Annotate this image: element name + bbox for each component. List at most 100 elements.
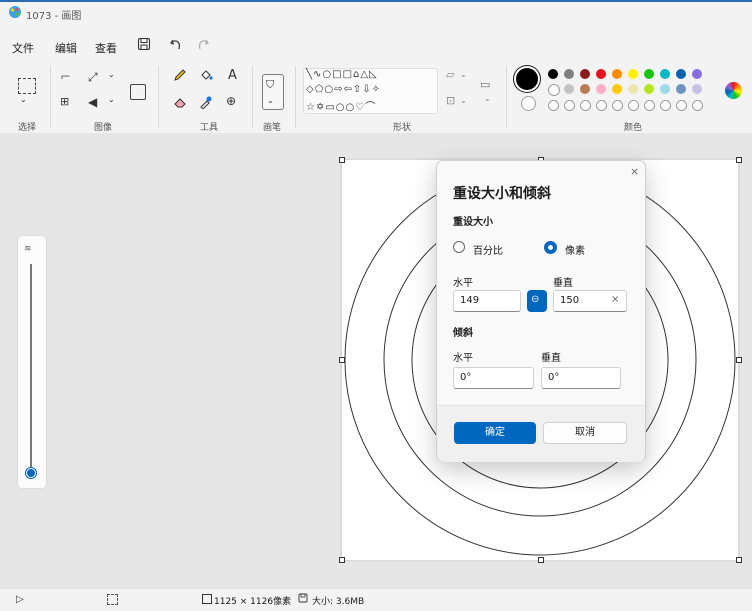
edit-colors-icon[interactable] bbox=[725, 82, 742, 99]
resize-chevron-icon[interactable]: ⌄ bbox=[108, 70, 115, 79]
brush-chevron-icon[interactable]: ⌄ bbox=[267, 96, 274, 105]
shape-fill-chevron-icon[interactable]: ⌄ bbox=[460, 96, 467, 105]
text-tool-icon[interactable]: A bbox=[228, 68, 237, 83]
fill-icon[interactable] bbox=[199, 68, 213, 82]
image-select-icon[interactable] bbox=[130, 84, 146, 100]
percent-radio[interactable] bbox=[453, 241, 465, 253]
custom-color-slot[interactable] bbox=[676, 100, 687, 111]
resize-skew-dialog: × 重设大小和倾斜 重设大小 百分比 像素 水平 垂直 149 ⊝ 150 × … bbox=[436, 160, 646, 462]
custom-color-slot[interactable] bbox=[564, 100, 575, 111]
pixels-radio[interactable] bbox=[544, 241, 557, 254]
color-swatch[interactable] bbox=[692, 84, 702, 94]
select-rect-icon[interactable] bbox=[18, 78, 36, 94]
brush-icon: ⛉ bbox=[266, 78, 275, 91]
brush-size-thumb[interactable] bbox=[26, 468, 36, 478]
resize-icon[interactable]: ⤢ bbox=[88, 70, 98, 85]
canvas-dimensions: 1125 × 1126像素 bbox=[214, 597, 292, 607]
menu-edit[interactable]: 编辑 bbox=[55, 40, 77, 56]
color-swatch[interactable] bbox=[676, 84, 686, 94]
custom-color-slot[interactable] bbox=[596, 100, 607, 111]
clear-input-icon[interactable]: × bbox=[611, 294, 619, 305]
primary-color[interactable] bbox=[516, 68, 538, 90]
color-swatch[interactable] bbox=[628, 69, 638, 79]
custom-color-slot[interactable] bbox=[628, 100, 639, 111]
canvas-size-icon bbox=[202, 594, 212, 604]
aspect-ratio-lock-button[interactable]: ⊝ bbox=[527, 290, 547, 312]
tools-group-label: 工具 bbox=[200, 123, 219, 133]
ribbon-separator bbox=[252, 66, 253, 128]
skew-vertical-input[interactable]: 0° bbox=[541, 367, 621, 389]
eraser-icon[interactable] bbox=[173, 95, 187, 109]
custom-color-slot[interactable] bbox=[692, 100, 703, 111]
menu-file[interactable]: 文件 bbox=[12, 40, 34, 56]
resize-handle-bottom[interactable] bbox=[538, 557, 544, 563]
shapes-row-3-icon: ☆✡▭○○♡⌒ bbox=[306, 102, 377, 113]
selection-size-icon bbox=[107, 594, 118, 605]
shape-select-icon[interactable]: ▭ bbox=[480, 78, 490, 91]
cancel-button[interactable]: 取消 bbox=[543, 422, 627, 444]
color-swatch[interactable] bbox=[580, 84, 590, 94]
shape-outline-chevron-icon[interactable]: ⌄ bbox=[460, 70, 467, 79]
rotate-chevron-icon[interactable]: ⌄ bbox=[108, 95, 115, 104]
paint-app-icon bbox=[9, 6, 21, 18]
shape-select-chevron-icon[interactable]: ⌄ bbox=[484, 94, 491, 103]
color-swatch[interactable] bbox=[644, 84, 654, 94]
color-swatch[interactable] bbox=[596, 69, 606, 79]
save-icon[interactable] bbox=[137, 37, 151, 51]
file-size: 大小: 3.6MB bbox=[312, 597, 365, 607]
color-swatch[interactable] bbox=[596, 84, 606, 94]
custom-color-slot[interactable] bbox=[660, 100, 671, 111]
resize-heading: 重设大小 bbox=[453, 217, 493, 228]
shape-fill-icon[interactable]: ⊡ bbox=[446, 94, 455, 107]
window-title: 1073 - 画图 bbox=[26, 11, 82, 22]
color-swatch[interactable] bbox=[580, 69, 590, 79]
background-remove-icon[interactable]: ⊞ bbox=[60, 95, 69, 108]
shape-outline-icon[interactable]: ▱ bbox=[446, 68, 454, 81]
color-swatch[interactable] bbox=[548, 69, 558, 79]
image-group-label: 图像 bbox=[94, 123, 113, 133]
color-swatch[interactable] bbox=[564, 69, 574, 79]
color-swatch[interactable] bbox=[644, 69, 654, 79]
resize-handle-top-right[interactable] bbox=[736, 157, 742, 163]
color-swatch[interactable] bbox=[692, 69, 702, 79]
color-swatch[interactable] bbox=[564, 84, 574, 94]
menu-view[interactable]: 查看 bbox=[95, 40, 117, 56]
custom-color-slot[interactable] bbox=[580, 100, 591, 111]
color-swatch[interactable] bbox=[548, 84, 560, 96]
resize-handle-right[interactable] bbox=[736, 357, 742, 363]
ok-button[interactable]: 确定 bbox=[454, 422, 536, 444]
brush-size-panel bbox=[17, 235, 47, 489]
colors-group-label: 颜色 bbox=[624, 123, 643, 133]
color-swatch[interactable] bbox=[660, 69, 670, 79]
color-swatch[interactable] bbox=[660, 84, 670, 94]
percent-label: 百分比 bbox=[473, 246, 503, 257]
magnifier-icon[interactable]: ⊕ bbox=[226, 94, 236, 108]
brush-size-icon: ≋ bbox=[24, 244, 32, 254]
color-swatch[interactable] bbox=[612, 84, 622, 94]
skew-vertical-label: 垂直 bbox=[541, 353, 561, 364]
secondary-color[interactable] bbox=[521, 96, 536, 111]
link-icon: ⊝ bbox=[531, 294, 540, 305]
custom-color-slot[interactable] bbox=[612, 100, 623, 111]
select-chevron-icon[interactable]: ⌄ bbox=[20, 95, 27, 104]
rotate-icon[interactable]: ◀ bbox=[88, 95, 97, 109]
redo-icon[interactable] bbox=[196, 37, 210, 51]
ribbon-separator bbox=[295, 66, 296, 128]
color-swatch[interactable] bbox=[628, 84, 638, 94]
custom-color-slot[interactable] bbox=[548, 100, 559, 111]
resize-handle-left[interactable] bbox=[339, 357, 345, 363]
close-icon[interactable]: × bbox=[630, 165, 639, 178]
resize-handle-bottom-left[interactable] bbox=[339, 557, 345, 563]
custom-color-slot[interactable] bbox=[644, 100, 655, 111]
color-swatch[interactable] bbox=[612, 69, 622, 79]
skew-horizontal-input[interactable]: 0° bbox=[453, 367, 534, 389]
resize-handle-top-left[interactable] bbox=[339, 157, 345, 163]
horizontal-size-input[interactable]: 149 bbox=[453, 290, 521, 312]
brush-size-track[interactable] bbox=[30, 264, 32, 472]
color-picker-icon[interactable] bbox=[199, 95, 213, 109]
crop-icon[interactable]: ⌐ bbox=[60, 70, 71, 85]
resize-handle-bottom-right[interactable] bbox=[736, 557, 742, 563]
pencil-icon[interactable] bbox=[173, 68, 187, 82]
color-swatch[interactable] bbox=[676, 69, 686, 79]
undo-icon[interactable] bbox=[169, 37, 183, 51]
